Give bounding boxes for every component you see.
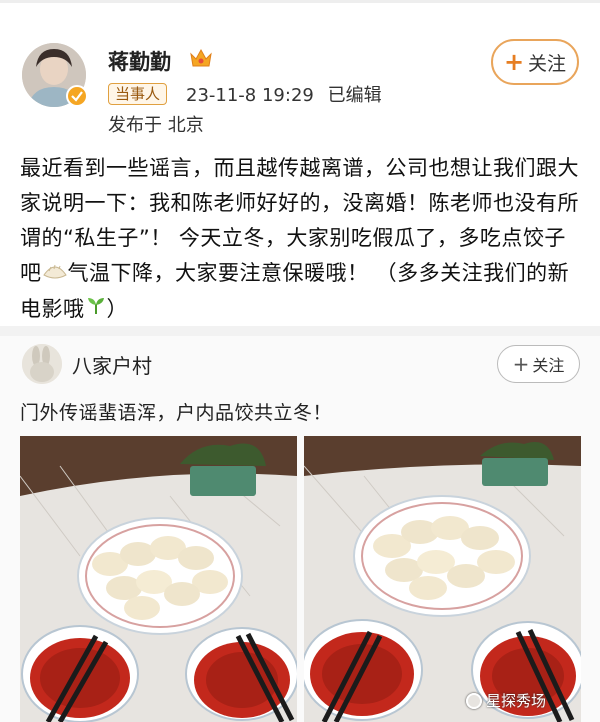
post-location: 发布于 北京 bbox=[108, 115, 204, 136]
follow-label: 关注 bbox=[532, 356, 565, 375]
watermark-text: 星探秀场 bbox=[486, 692, 547, 710]
post-text: 门外传谣蜚语浑，户内品饺共立冬！ bbox=[20, 402, 333, 424]
user-name[interactable]: 八家户村 bbox=[72, 350, 152, 379]
crown-icon bbox=[188, 46, 214, 70]
follow-button[interactable]: + 关注 bbox=[491, 39, 579, 85]
party-tag: 当事人 bbox=[108, 83, 168, 105]
post-text: 最近看到一些谣言，而且越传越离谱，公司也想让我们跟大家说明一下：我和陈老师好好的… bbox=[20, 151, 586, 327]
watermark: 星探秀场 bbox=[466, 690, 546, 711]
section-divider bbox=[0, 326, 600, 336]
edited-label: 已编辑 bbox=[327, 85, 382, 106]
user-name[interactable]: 蒋勤勤 bbox=[108, 46, 171, 76]
post-image-2[interactable] bbox=[304, 436, 581, 722]
watermark-icon bbox=[466, 692, 482, 709]
post-timestamp: 23-11-8 19:29 bbox=[186, 85, 314, 106]
follow-label: 关注 bbox=[528, 52, 567, 75]
post-text-part3: ） bbox=[106, 296, 128, 321]
plus-icon: + bbox=[503, 48, 525, 76]
plus-icon: + bbox=[512, 352, 530, 376]
sprout-emoji-icon bbox=[85, 292, 107, 327]
post-image-1[interactable] bbox=[20, 436, 297, 722]
post-card-2: 八家户村 + 关注 门外传谣蜚语浑，户内品饺共立冬！ bbox=[0, 336, 600, 722]
verified-badge-icon bbox=[66, 85, 88, 107]
follow-button[interactable]: + 关注 bbox=[497, 345, 580, 383]
user-avatar[interactable] bbox=[22, 344, 62, 384]
dumpling-emoji-icon bbox=[42, 257, 68, 292]
post-card-1: 蒋勤勤 当事人 23-11-8 19:29 已编辑 发布于 北京 + 关注 最近… bbox=[0, 0, 600, 326]
post-meta: 23-11-8 19:29 已编辑 bbox=[186, 81, 382, 107]
